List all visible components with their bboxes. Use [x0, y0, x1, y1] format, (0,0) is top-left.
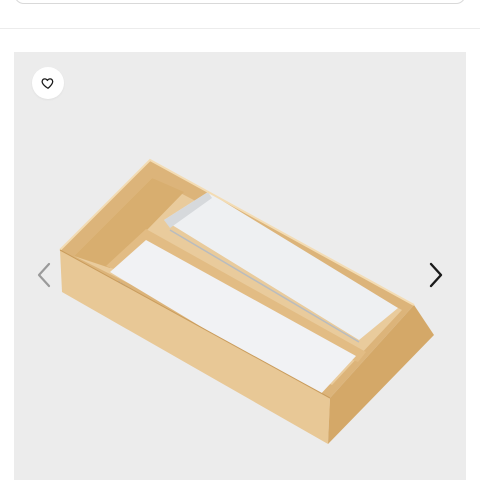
product-image-gallery[interactable]	[14, 52, 466, 480]
header-divider	[0, 28, 480, 29]
product-page	[0, 0, 480, 480]
favorite-button[interactable]	[32, 67, 64, 99]
chevron-left-icon[interactable]	[34, 260, 54, 290]
chevron-right-icon[interactable]	[426, 260, 446, 290]
product-image	[59, 158, 434, 444]
search-bar[interactable]	[14, 0, 466, 4]
heart-outline-icon	[41, 78, 54, 89]
